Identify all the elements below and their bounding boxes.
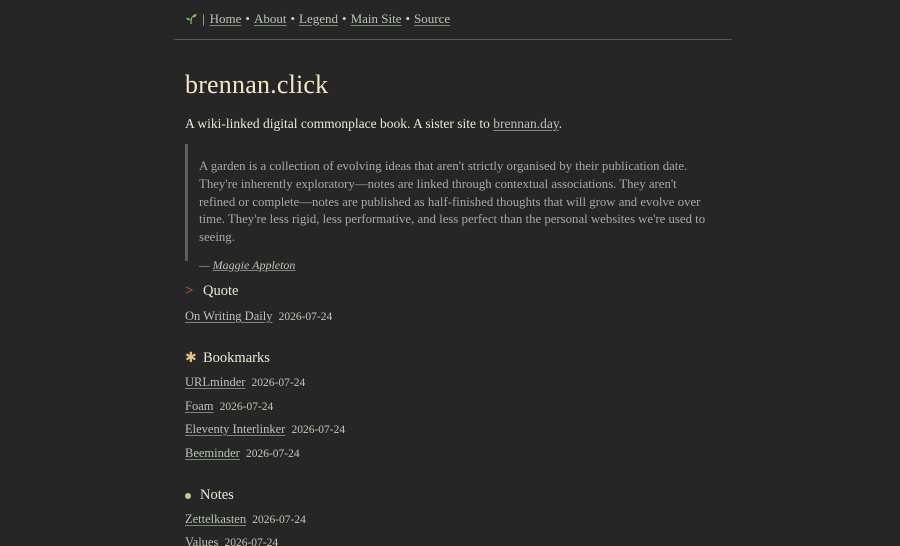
entry-link[interactable]: Foam — [185, 399, 213, 413]
entry-link[interactable]: URLminder — [185, 375, 245, 389]
cite-dash: — — [199, 257, 213, 272]
list-item: URLminder 2026-07-24 — [185, 375, 305, 390]
entry-date: 2026-07-24 — [219, 401, 274, 413]
page-title: brennan.click — [185, 70, 329, 99]
entry-link[interactable]: Values — [185, 535, 218, 546]
section-heading-quote: > Quote — [185, 283, 238, 300]
content-column: | Home • About • Legend • Main Site • So… — [174, 0, 732, 546]
sprout-icon — [186, 13, 197, 24]
entry-link[interactable]: On Writing Daily — [185, 309, 272, 323]
sister-site-link[interactable]: brennan.day — [493, 116, 558, 131]
bookmark-marker-icon: ✱ — [185, 351, 197, 366]
quote-marker-icon: > — [185, 283, 194, 299]
section-heading-bookmarks: ✱ Bookmarks — [185, 350, 270, 367]
list-item: Beeminder 2026-07-24 — [185, 446, 300, 461]
nav-link-source[interactable]: Source — [414, 11, 450, 27]
nav-link-legend[interactable]: Legend — [299, 11, 338, 27]
tagline-end: . — [558, 116, 563, 131]
list-item: Values 2026-07-24 — [185, 535, 278, 546]
garden-quote: A garden is a collection of evolving ide… — [185, 144, 715, 272]
list-item: Zettelkasten 2026-07-24 — [185, 512, 306, 527]
section-title: Notes — [200, 487, 234, 503]
entry-date: 2026-07-24 — [251, 377, 306, 389]
list-item: Foam 2026-07-24 — [185, 399, 273, 414]
entry-date: 2026-07-24 — [252, 514, 306, 526]
tagline: A wiki-linked digital commonplace book. … — [185, 116, 562, 132]
list-item: On Writing Daily 2026-07-24 — [185, 309, 332, 324]
list-item: Eleventy Interlinker 2026-07-24 — [185, 422, 345, 437]
quote-text: A garden is a collection of evolving ide… — [199, 159, 706, 245]
entry-date: 2026-07-24 — [278, 311, 333, 323]
entry-link[interactable]: Zettelkasten — [185, 512, 246, 526]
top-nav: | Home • About • Legend • Main Site • So… — [174, 0, 732, 40]
cite-author-link[interactable]: Maggie Appleton — [213, 258, 296, 272]
nav-dot: • — [405, 10, 411, 26]
entry-date: 2026-07-24 — [245, 448, 300, 460]
nav-dot: • — [245, 10, 250, 26]
quote-citation: — Maggie Appleton — [199, 258, 715, 273]
note-marker-icon — [185, 492, 191, 499]
nav-link-about[interactable]: About — [254, 11, 287, 27]
section-title: Bookmarks — [203, 350, 270, 366]
nav-link-home[interactable]: Home — [210, 11, 242, 27]
tagline-text: A wiki-linked digital commonplace book. … — [185, 116, 494, 131]
entry-link[interactable]: Eleventy Interlinker — [185, 422, 285, 436]
entry-date: 2026-07-24 — [291, 424, 346, 436]
nav-dot: • — [290, 10, 296, 26]
entry-link[interactable]: Beeminder — [185, 446, 240, 460]
nav-link-main-site[interactable]: Main Site — [351, 11, 402, 27]
entry-date: 2026-07-24 — [224, 537, 279, 546]
page: | Home • About • Legend • Main Site • So… — [0, 0, 900, 546]
nav-dot: • — [342, 10, 347, 26]
nav-separator: | — [202, 10, 205, 26]
section-heading-notes: Notes — [185, 487, 234, 504]
section-title: Quote — [203, 283, 239, 299]
